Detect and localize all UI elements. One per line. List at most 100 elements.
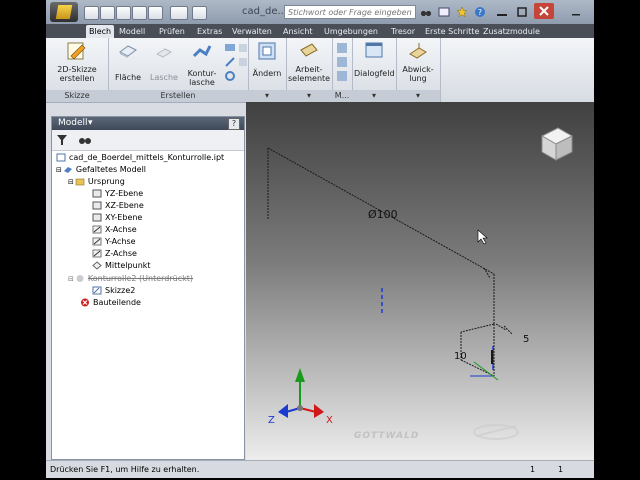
browser-dropdown-icon[interactable]: ▾ [88, 117, 93, 130]
view-cube-icon[interactable] [540, 127, 574, 161]
tree-ursprung[interactable]: ⊟ Ursprung [68, 177, 125, 187]
small-tool-4-icon[interactable] [238, 42, 248, 54]
small-tool-5-icon[interactable] [238, 56, 248, 68]
doc-minimize-icon[interactable] [570, 6, 582, 18]
mouse-cursor-icon [477, 229, 488, 245]
flaeche-button[interactable]: Fläche [110, 40, 146, 82]
browser-help-button[interactable]: ? [228, 118, 240, 130]
search-input[interactable]: Stichwort oder Frage eingeben [284, 5, 416, 19]
print-icon[interactable] [170, 6, 188, 20]
tab-verwalten[interactable]: Verwalten [229, 25, 275, 38]
dialogfeld-label: Dialogfeld [354, 69, 395, 78]
tab-umgebungen[interactable]: Umgebungen [321, 25, 381, 38]
tree-yz-ebene[interactable]: YZ-Ebene [92, 189, 143, 199]
tab-blech[interactable]: Blech [86, 25, 115, 38]
dimension-5[interactable]: 5 [523, 334, 529, 345]
plane-icon [92, 213, 102, 222]
minimize-icon[interactable] [494, 6, 510, 18]
tree-xz-ebene[interactable]: XZ-Ebene [92, 201, 144, 211]
panel-title-m: M... [332, 90, 352, 102]
inventor-window: cad_de... Stichwort oder Frage eingeben … [46, 0, 594, 478]
inventor-logo-icon [55, 5, 73, 19]
tree-root[interactable]: cad_de_Boerdel_mittels_Konturrolle.ipt [56, 153, 224, 163]
xz-ebene-label: XZ-Ebene [105, 201, 144, 210]
ursprung-label: Ursprung [87, 177, 125, 186]
open-icon[interactable] [100, 6, 115, 20]
tree-bauteilende[interactable]: Bauteilende [80, 298, 141, 308]
dimension-diameter[interactable]: Ø100 [368, 208, 398, 221]
graphics-viewport[interactable]: Ø100 5 10 X Z GOTTWALD [246, 102, 594, 460]
tree-gefaltetes-modell[interactable]: ⊟ Gefaltetes Modell [56, 165, 146, 175]
axis-x-label: X [326, 415, 333, 426]
help-icon[interactable]: ? [474, 6, 486, 18]
tree-y-achse[interactable]: Y-Achse [92, 237, 136, 247]
tree-xy-ebene[interactable]: XY-Ebene [92, 213, 142, 223]
small-tool-2-icon[interactable] [224, 56, 236, 68]
small-tool-1-icon[interactable] [224, 42, 236, 54]
arbeitselemente-button[interactable]: Arbeit- selemente [288, 40, 330, 83]
tree-z-achse[interactable]: Z-Achse [92, 249, 137, 259]
aendern-label: Ändern [252, 69, 282, 78]
undo-icon[interactable] [132, 6, 147, 20]
sketch-icon [92, 286, 102, 295]
binoculars-icon[interactable] [420, 6, 432, 18]
dialogfeld-button[interactable]: Dialogfeld [354, 40, 395, 78]
flaeche-label: Fläche [114, 73, 142, 82]
2d-sketch-button[interactable]: 2D-Skizze erstellen [52, 40, 102, 83]
aendern-button[interactable]: Ändern [250, 40, 284, 78]
tab-tresor[interactable]: Tresor [388, 25, 418, 38]
flaeche-icon [119, 45, 137, 58]
m-tool-2-icon[interactable] [336, 56, 348, 68]
bauteilende-label: Bauteilende [93, 298, 141, 307]
model-canvas[interactable]: Ø100 5 10 X Z GOTTWALD [246, 102, 594, 460]
save-icon[interactable] [116, 6, 131, 20]
tree-skizze2[interactable]: Skizze2 [92, 286, 135, 296]
tab-ansicht[interactable]: Ansicht [280, 25, 316, 38]
application-menu-button[interactable] [50, 2, 78, 22]
browser-title[interactable]: Modell [58, 117, 88, 130]
tab-zusatzmodule[interactable]: Zusatzmodule [480, 25, 543, 38]
axis-triad-icon [278, 368, 324, 418]
axis-icon [92, 237, 102, 246]
panel-erstellen: Fläche Lasche Kontur- lasche Erstellen [108, 38, 249, 102]
tree-konturrolle2[interactable]: ⊟ Konturrolle2 (Unterdrückt) [68, 274, 193, 284]
konturlasche-label-1: Kontur- [187, 69, 217, 78]
sketch-pencil-icon [67, 42, 86, 60]
tab-extras[interactable]: Extras [194, 25, 225, 38]
abwicklung-button[interactable]: Abwick- lung [398, 40, 438, 83]
collapse-toggle-icon[interactable]: ⊟ [56, 166, 62, 174]
dimension-10[interactable]: 10 [454, 351, 467, 362]
2d-sketch-label-2: erstellen [59, 74, 95, 83]
tab-modell[interactable]: Modell [116, 25, 148, 38]
redo-icon[interactable] [148, 6, 163, 20]
tab-pruefen[interactable]: Prüfen [156, 25, 188, 38]
lasche-button[interactable]: Lasche [146, 40, 182, 82]
tree-root-label: cad_de_Boerdel_mittels_Konturrolle.ipt [69, 153, 225, 162]
panel-aendern: Ändern ▾ [248, 38, 287, 102]
model-browser: Modell ▾ ? cad_de_Boerdel_mittels_Kontur… [51, 116, 245, 460]
tab-erste-schritte[interactable]: Erste Schritte [422, 25, 482, 38]
status-value-2: 1 [558, 465, 564, 474]
tree-x-achse[interactable]: X-Achse [92, 225, 137, 235]
xy-ebene-label: XY-Ebene [105, 213, 143, 222]
restore-icon[interactable] [514, 6, 530, 18]
close-icon[interactable] [534, 3, 554, 19]
communication-center-icon[interactable] [438, 6, 450, 18]
small-tool-3-icon[interactable] [224, 70, 236, 82]
collapse-toggle-icon[interactable]: ⊟ [68, 178, 74, 186]
filter-icon[interactable] [56, 134, 68, 146]
new-icon[interactable] [84, 6, 99, 20]
tree-mittelpunkt[interactable]: Mittelpunkt [92, 261, 151, 271]
collapse-toggle-icon[interactable]: ⊟ [68, 275, 74, 283]
konturlasche-button[interactable]: Kontur- lasche [182, 40, 222, 87]
favorites-star-icon[interactable] [456, 6, 468, 18]
abwicklung-label-1: Abwick- [402, 65, 434, 74]
qa-more-icon[interactable] [192, 6, 207, 20]
m-tool-1-icon[interactable] [336, 42, 348, 54]
y-achse-label: Y-Achse [105, 237, 136, 246]
panel-m: M... [332, 38, 353, 102]
2d-sketch-label-1: 2D-Skizze [57, 65, 97, 74]
m-tool-3-icon[interactable] [336, 70, 348, 82]
arbeitselemente-icon [300, 43, 318, 57]
browser-search-icon[interactable] [78, 134, 92, 146]
